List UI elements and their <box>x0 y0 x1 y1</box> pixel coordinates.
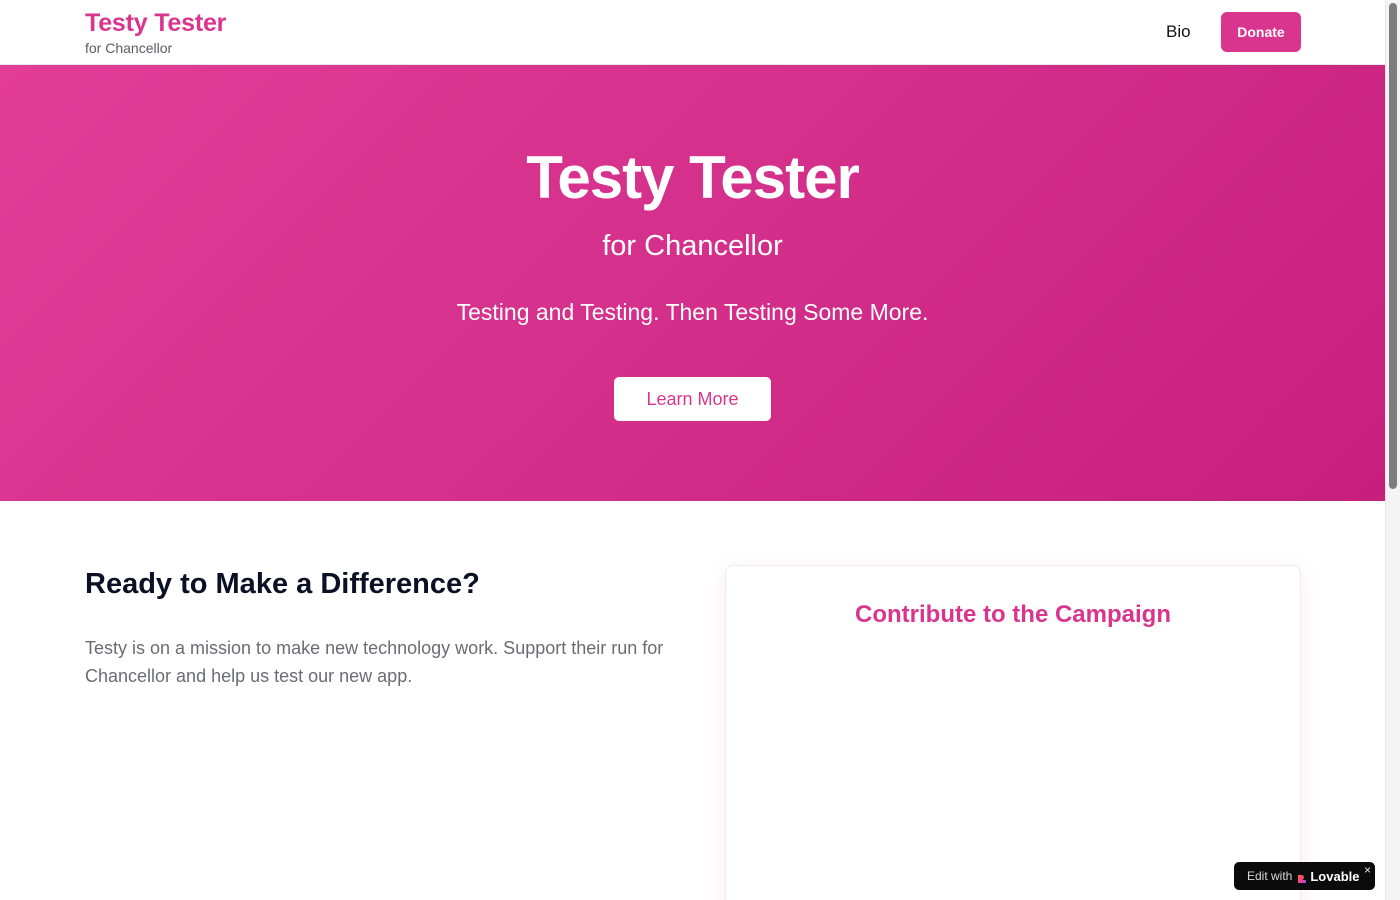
hero-subtitle: for Chancellor <box>602 230 783 262</box>
mission-heading: Ready to Make a Difference? <box>85 568 480 600</box>
hero-section: Testy Tester for Chancellor Testing and … <box>0 65 1385 501</box>
mission-text: Testy is on a mission to make new techno… <box>85 638 664 686</box>
learn-more-button[interactable]: Learn More <box>614 377 771 421</box>
contribute-card: Contribute to the Campaign <box>725 565 1301 900</box>
hero-title: Testy Tester <box>526 144 860 211</box>
scrollbar-thumb[interactable] <box>1389 3 1397 489</box>
page-scrollbar[interactable] <box>1385 0 1400 900</box>
site-header: Testy Tester for Chancellor Bio Donate <box>0 0 1385 65</box>
lovable-heart-icon <box>1297 871 1307 883</box>
nav-link-bio[interactable]: Bio <box>1166 22 1191 42</box>
badge-brand-name: Lovable <box>1310 868 1360 884</box>
contribute-title: Contribute to the Campaign <box>855 601 1171 628</box>
hero-tagline: Testing and Testing. Then Testing Some M… <box>456 299 929 325</box>
brand-name: Testy Tester <box>85 9 227 37</box>
edit-with-lovable-badge[interactable]: Edit with Lovable × <box>1234 862 1375 890</box>
brand-subtitle: for Chancellor <box>85 40 173 56</box>
brand-logo[interactable]: Testy Tester for Chancellor <box>85 9 226 57</box>
donate-button[interactable]: Donate <box>1221 12 1301 52</box>
close-icon[interactable]: × <box>1364 863 1371 877</box>
badge-edit-text: Edit with <box>1247 869 1293 883</box>
